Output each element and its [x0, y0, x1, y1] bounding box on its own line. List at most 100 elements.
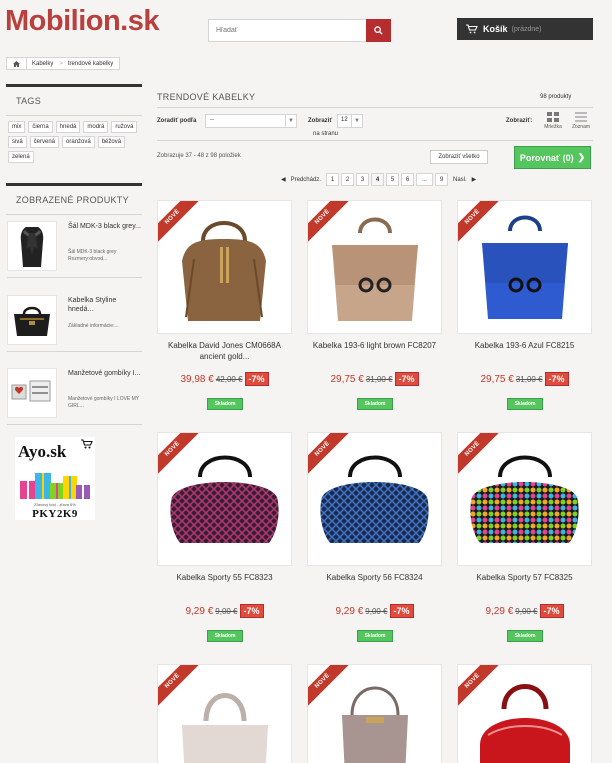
- product-image[interactable]: NOVÉ: [307, 200, 442, 334]
- pagination-page[interactable]: 1: [325, 173, 339, 186]
- page-title: TRENDOVÉ KABELKY: [157, 92, 256, 102]
- sort-value: --: [210, 117, 214, 123]
- showing-info: Zobrazuje 37 - 48 z 98 položiek: [157, 153, 241, 159]
- viewed-product-title[interactable]: Kabelka Styline hnedá...: [68, 296, 142, 314]
- view-list-button[interactable]: Zoznam: [569, 112, 593, 130]
- discount-badge: -7%: [539, 604, 564, 618]
- search-button[interactable]: [366, 19, 391, 42]
- tag-item[interactable]: hnedá: [55, 121, 81, 133]
- cart-button[interactable]: Košík (prázdne): [457, 18, 593, 40]
- search-icon: [374, 26, 383, 35]
- discount-badge: -7%: [239, 604, 264, 618]
- product-old-price: 9,00 €: [365, 606, 388, 616]
- tag-item[interactable]: červená: [29, 136, 60, 148]
- product-name[interactable]: Kabelka 193-6 light brown FC8207: [307, 340, 442, 351]
- product-name[interactable]: Kabelka 193-6 Azul FC8215: [457, 340, 592, 351]
- site-logo[interactable]: Mobilion.sk: [5, 5, 160, 38]
- pagination-page[interactable]: 9: [434, 173, 448, 186]
- view-label: Zobraziť:: [506, 118, 533, 124]
- discount-badge: -7%: [244, 372, 269, 386]
- product-old-price: 31,00 €: [515, 374, 543, 384]
- chevron-left-icon: ◀: [281, 177, 286, 183]
- stock-badge: Skladom: [207, 630, 243, 642]
- product-image[interactable]: NOVÉ: [457, 664, 592, 763]
- product-image[interactable]: NOVÉ: [307, 664, 442, 763]
- banner-promo: Zľavový kód - zľava 5%: [34, 502, 76, 507]
- product-image[interactable]: NOVÉ: [457, 432, 592, 566]
- product-image[interactable]: NOVÉ: [157, 432, 292, 566]
- product-prices: 9,29 € 9,00 € -7%: [457, 604, 592, 618]
- breadcrumb: Kabelky > trendové kabelky: [6, 57, 121, 70]
- product-name[interactable]: Kabelka David Jones CM0668A ancient gold…: [157, 340, 292, 362]
- pagination: ◀ Predchádz. 1 2 3 4 5 6 ... 9 Nasl. ▶: [281, 173, 476, 186]
- product-name[interactable]: Kabelka Sporty 55 FC8323: [157, 572, 292, 583]
- pagination-next[interactable]: Nasl.: [450, 177, 470, 183]
- product-image[interactable]: NOVÉ: [157, 664, 292, 763]
- pagination-ellipsis: ...: [415, 173, 433, 186]
- product-price: 29,75 €: [330, 373, 364, 385]
- breadcrumb-item-kabelky[interactable]: Kabelky: [27, 61, 59, 67]
- product-image[interactable]: NOVÉ: [307, 432, 442, 566]
- product-old-price: 9,00 €: [515, 606, 538, 616]
- product-prices: 29,75 € 31,00 € -7%: [457, 372, 592, 386]
- product-price: 9,29 €: [335, 605, 364, 617]
- product-thumbnail[interactable]: [7, 368, 57, 418]
- pagination-page[interactable]: 5: [385, 173, 399, 186]
- pagination-page[interactable]: 3: [355, 173, 369, 186]
- product-old-price: 31,00 €: [365, 374, 393, 384]
- viewed-products-heading: ZOBRAZENÉ PRODUKTY: [6, 183, 142, 215]
- stock-badge: Skladom: [357, 630, 393, 642]
- viewed-product-desc: Manžetové gombíky I LOVE MY GIRL...: [68, 396, 140, 409]
- pagination-page[interactable]: 2: [340, 173, 354, 186]
- search-input[interactable]: [209, 20, 367, 41]
- banner-brand: Ayo.sk: [18, 442, 67, 461]
- product-name[interactable]: Kabelka Sporty 56 FC8324: [307, 572, 442, 583]
- viewed-product-title[interactable]: Manžetové gombíky I...: [68, 369, 142, 378]
- tag-item[interactable]: čierna: [28, 121, 53, 133]
- divider: [157, 140, 593, 141]
- chevron-down-icon: ▼: [351, 115, 362, 127]
- product-prices: 29,75 € 31,00 € -7%: [307, 372, 442, 386]
- divider: [157, 107, 593, 108]
- gift-boxes-icon: [20, 473, 90, 499]
- product-thumbnail[interactable]: [7, 295, 57, 345]
- ayo-banner[interactable]: Ayo.sk Zľavový kód - zľava 5% PKY2K9: [15, 437, 95, 520]
- per-page-suffix: na stranu: [313, 131, 339, 137]
- search-box: [208, 19, 391, 42]
- viewed-product-desc: Šál MDK-3 black grey Rozmery:obvod...: [68, 249, 117, 262]
- view-grid-label: Mriežka: [544, 124, 562, 130]
- stock-badge: Skladom: [357, 398, 393, 410]
- sort-select[interactable]: -- ▼: [205, 114, 297, 128]
- cart-icon: [466, 24, 478, 34]
- product-image[interactable]: NOVÉ: [157, 200, 292, 334]
- pagination-page[interactable]: 6: [400, 173, 414, 186]
- tag-item[interactable]: zelená: [8, 151, 34, 163]
- show-all-button[interactable]: Zobraziť všetko: [430, 150, 488, 164]
- product-name[interactable]: Kabelka Sporty 57 FC8325: [457, 572, 592, 583]
- discount-badge: -7%: [394, 372, 419, 386]
- cart-status: (prázdne): [511, 25, 542, 33]
- product-old-price: 9,00 €: [215, 606, 238, 616]
- show-label: Zobraziť: [308, 118, 333, 124]
- grid-icon: [547, 112, 559, 122]
- product-price: 39,98 €: [180, 373, 214, 385]
- stock-badge: Skladom: [507, 630, 543, 642]
- compare-button[interactable]: Porovnať (0) ❯: [514, 146, 591, 169]
- breadcrumb-item-current: trendové kabelky: [67, 60, 114, 67]
- viewed-product-title[interactable]: Šál MDK-3 black grey...: [68, 222, 142, 231]
- per-page-value: 12: [341, 117, 348, 123]
- tag-item[interactable]: sivá: [8, 136, 27, 148]
- pagination-prev[interactable]: Predchádz.: [288, 177, 324, 183]
- tag-item[interactable]: oranžová: [62, 136, 95, 148]
- tag-item[interactable]: mix: [8, 121, 26, 133]
- tag-item[interactable]: ružová: [111, 121, 138, 133]
- product-prices: 39,98 € 42,00 € -7%: [157, 372, 292, 386]
- product-thumbnail[interactable]: [7, 221, 57, 271]
- tag-item[interactable]: béžová: [97, 136, 126, 148]
- view-grid-button[interactable]: Mriežka: [541, 112, 565, 130]
- tag-item[interactable]: modrá: [83, 121, 109, 133]
- per-page-select[interactable]: 12 ▼: [337, 114, 363, 128]
- product-image[interactable]: NOVÉ: [457, 200, 592, 334]
- home-icon[interactable]: [7, 58, 27, 69]
- viewed-product: Šál MDK-3 black grey... Šál MDK-3 black …: [7, 221, 142, 278]
